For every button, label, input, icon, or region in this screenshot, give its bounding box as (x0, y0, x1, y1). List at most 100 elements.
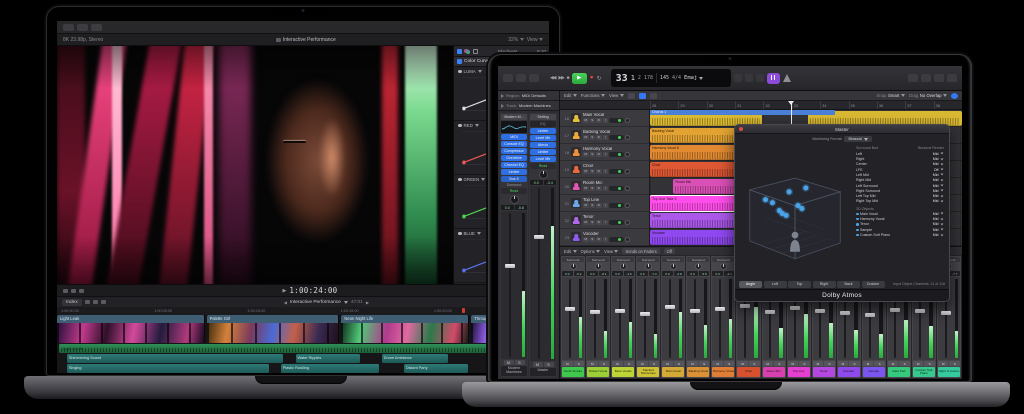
view-angle-button[interactable]: Custom (862, 281, 885, 288)
output-assignment[interactable]: Surround (662, 257, 684, 262)
record-enable-button[interactable]: R (596, 237, 602, 242)
note-pads-icon[interactable] (921, 74, 931, 82)
plugin-slot[interactable]: Overdrive (501, 155, 527, 161)
fader-cap[interactable] (615, 309, 625, 313)
track-header[interactable]: 19 Choir M S R I (560, 161, 649, 178)
solo-button[interactable]: S (849, 361, 860, 366)
music-clip[interactable]: Light of Life (59, 344, 546, 353)
input-monitor-button[interactable]: I (603, 237, 609, 242)
replace-icon[interactable] (756, 74, 764, 82)
mixer-channel-strip[interactable]: Surround 0.0-6.2 (561, 256, 585, 378)
track-volume-slider[interactable] (609, 169, 624, 174)
monitoring-format-select[interactable]: Binaural (844, 136, 871, 142)
solo-button[interactable]: S (949, 361, 960, 366)
zoom-level-menu[interactable]: 32% (508, 37, 524, 43)
video-clip[interactable]: Neon Night Life (341, 315, 469, 343)
mute-button[interactable]: M (788, 361, 799, 366)
sends-on-faders-button[interactable]: Sends on Faders (622, 248, 659, 254)
atmos-object-dot[interactable] (775, 207, 783, 215)
bed-channel-row[interactable]: Left Top Mid Mid (856, 193, 944, 198)
tuner-badge-icon[interactable] (767, 73, 780, 84)
track-header[interactable]: 23 Vocoder M S R I (560, 229, 649, 246)
channel-name-label[interactable]: Tenor (813, 367, 835, 377)
mute-button[interactable]: M (583, 152, 589, 157)
mute-button[interactable]: M (737, 361, 748, 366)
flex-icon[interactable] (650, 93, 657, 99)
volume-fader[interactable] (687, 277, 709, 360)
sidebar-toggle-icon[interactable] (63, 24, 74, 31)
record-enable-button[interactable]: R (596, 220, 602, 225)
track-pan-knob[interactable] (625, 237, 630, 242)
solo-button[interactable]: S (899, 361, 910, 366)
inspector-toggle-icon[interactable] (516, 74, 526, 82)
track-header[interactable]: 22 Tenor M S R I (560, 212, 649, 229)
fader-cap[interactable] (740, 304, 750, 308)
eq-slot[interactable]: EQ (530, 121, 556, 127)
solo-button[interactable]: S (599, 361, 610, 366)
solo-button[interactable]: S (590, 237, 596, 242)
input-monitor-button[interactable]: I (603, 152, 609, 157)
video-clip[interactable]: Palette Girl (207, 315, 340, 343)
volume-fader[interactable] (530, 186, 556, 361)
blend-mode-icon[interactable] (63, 289, 68, 293)
crop-tool-icon[interactable] (79, 289, 84, 293)
view-angle-button[interactable]: Angle (739, 281, 762, 288)
track-volume-slider[interactable] (609, 135, 624, 140)
solo-button[interactable]: S (574, 361, 585, 366)
bed-channel-row[interactable]: Left Surround Mid (856, 183, 944, 188)
track-header[interactable]: 20 Room Mic M S R I (560, 178, 649, 195)
mixer-channel-strip[interactable]: Surround 0.0-2.8 (661, 256, 685, 378)
bed-channel-row[interactable]: Center Mid (856, 162, 944, 167)
output-assignment[interactable]: Surround (687, 257, 709, 262)
record-enable-button[interactable]: R (596, 135, 602, 140)
fader-cap[interactable] (890, 308, 900, 312)
media-import-icon[interactable] (77, 24, 88, 31)
volume-fader[interactable] (662, 277, 684, 360)
solo-button[interactable]: S (874, 361, 885, 366)
mixer-channel-strip[interactable]: Surround 0.0-7.4 (636, 256, 660, 378)
arrangement-marker[interactable]: Chorus 1 (650, 110, 835, 115)
atmos-object-dot[interactable] (798, 205, 806, 213)
channel-name-label[interactable]: Stacked Harmonies (637, 367, 659, 377)
solo-button[interactable]: S (749, 361, 760, 366)
mute-button[interactable]: M (712, 361, 723, 366)
track-header[interactable]: 18 Harmony Vocal M S R I (560, 144, 649, 161)
plugin-slot[interactable]: Atmos (530, 142, 556, 148)
solo-button[interactable]: S (515, 360, 525, 365)
volume-fader[interactable] (562, 277, 584, 360)
bed-channel-row[interactable]: Left Mid Mid (856, 172, 944, 177)
retime-icon[interactable] (71, 289, 76, 293)
fader-cap[interactable] (815, 309, 825, 313)
input-monitor-button[interactable]: I (603, 220, 609, 225)
channel-name-label[interactable]: Vocal Texture (562, 367, 584, 377)
track-volume-slider[interactable] (609, 203, 624, 208)
view-angle-button[interactable]: Back (837, 281, 860, 288)
pan-knob[interactable] (695, 263, 702, 270)
solo-button[interactable]: S (590, 135, 596, 140)
lcd-key-signature[interactable]: Emaj (684, 75, 703, 81)
channel-name-label[interactable]: Main Vocal (662, 367, 684, 377)
library-toggle-icon[interactable] (503, 74, 513, 82)
object-channel-row[interactable]: Sample Mid (856, 227, 944, 232)
track-pan-knob[interactable] (625, 169, 630, 174)
track-volume-slider[interactable] (609, 220, 624, 225)
fader-cap[interactable] (865, 313, 875, 317)
record-enable-button[interactable]: R (596, 169, 602, 174)
pan-knob[interactable] (539, 170, 548, 179)
pan-knob[interactable] (645, 263, 652, 270)
track-pan-knob[interactable] (625, 220, 630, 225)
fader-cap[interactable] (765, 310, 775, 314)
timeline-project-title[interactable]: Interactive Performance (290, 300, 341, 305)
audio-clip[interactable]: Water Ripples (296, 354, 360, 363)
track-name[interactable]: Room Mic (583, 181, 647, 185)
output-assignment[interactable]: Surround (712, 257, 734, 262)
plugin-slot[interactable]: Compressor (501, 148, 527, 154)
sends-mode-value[interactable]: Off (664, 248, 675, 254)
bed-channel-row[interactable]: Left Mid (856, 151, 944, 156)
atmos-object-dot[interactable] (762, 196, 770, 204)
bar-ruler[interactable]: 2829303132333435363738 (560, 101, 962, 110)
volume-fader[interactable] (637, 277, 659, 360)
eq-display[interactable] (501, 121, 527, 133)
channel-name-label[interactable]: Backing Vocal (687, 367, 709, 377)
output-assignment[interactable]: Surround (612, 257, 634, 262)
